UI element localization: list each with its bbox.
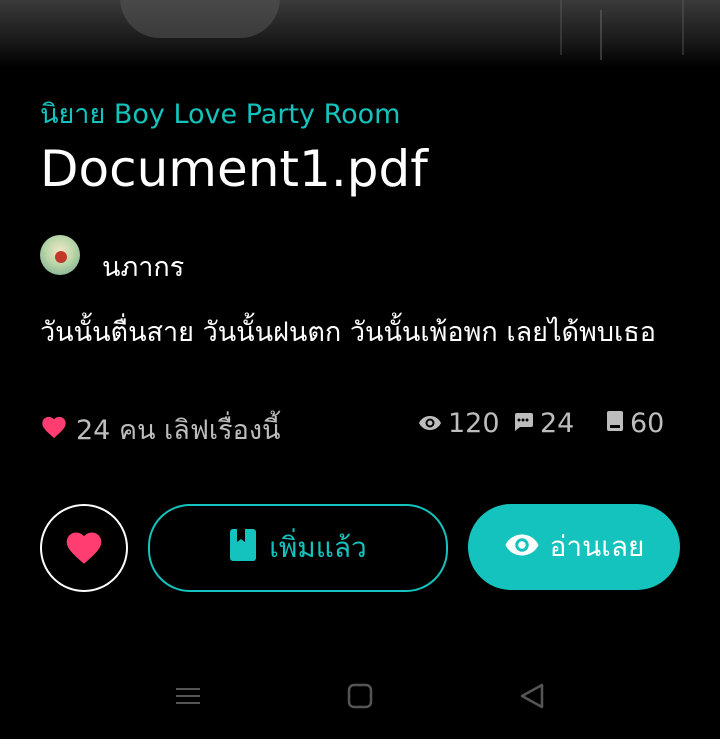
book-icon [606, 408, 630, 439]
views-value: 120 [448, 408, 500, 439]
home-icon[interactable] [340, 679, 380, 713]
likes-count: 24 คน เลิฟเรื่องนี้ [40, 408, 281, 451]
chapters-count: 60 [606, 408, 664, 439]
story-description: วันนั้นตื่นสาย วันนั้นฝนตก วันนั้นเพ้อพก… [40, 317, 656, 348]
cover-image [0, 0, 720, 68]
system-nav-bar [0, 665, 720, 725]
heart-icon [40, 413, 76, 446]
comments-value: 24 [540, 408, 575, 439]
story-stats: 24 คน เลิฟเรื่องนี้ 120 24 60 [40, 408, 680, 446]
story-category[interactable]: นิยาย Boy Love Party Room [40, 92, 400, 135]
read-now-button[interactable]: อ่านเลย [468, 504, 680, 590]
heart-icon [63, 527, 105, 569]
comment-icon [512, 408, 540, 439]
avatar[interactable] [40, 235, 80, 275]
back-icon[interactable] [512, 679, 552, 713]
author-name[interactable]: นภากร [102, 245, 184, 288]
views-count: 120 [418, 408, 500, 439]
menu-icon[interactable] [168, 679, 208, 713]
likes-text: 24 คน เลิฟเรื่องนี้ [76, 415, 281, 446]
bookmark-icon [229, 528, 269, 569]
added-label: เพิ่มแล้ว [269, 531, 367, 564]
story-title: Document1.pdf [40, 140, 428, 198]
eye-icon [504, 531, 550, 564]
added-to-library-button[interactable]: เพิ่มแล้ว [148, 504, 448, 592]
comments-count: 24 [512, 408, 574, 439]
chapters-value: 60 [630, 408, 665, 439]
eye-icon [418, 408, 448, 439]
love-button[interactable] [40, 504, 128, 592]
read-label: อ่านเลย [549, 530, 645, 563]
